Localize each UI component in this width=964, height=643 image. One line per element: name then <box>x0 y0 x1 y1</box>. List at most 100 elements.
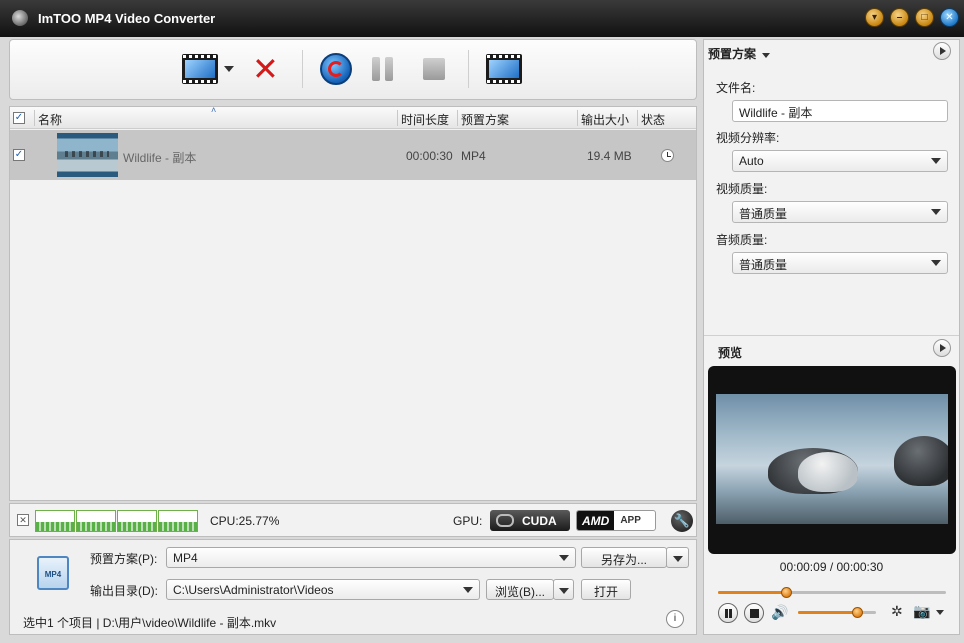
video-quality-label: 视频质量: <box>716 182 768 196</box>
app-logo-icon <box>12 10 28 26</box>
header-divider <box>397 110 398 126</box>
seek-fill <box>718 591 787 594</box>
menu-dropdown-button[interactable]: ▾ <box>865 8 884 27</box>
toolbar: ✕ <box>9 39 697 100</box>
filename-input[interactable]: Wildlife - 副本 <box>732 100 948 122</box>
stop-icon <box>423 58 445 80</box>
nvidia-icon <box>496 514 514 527</box>
header-duration[interactable]: 时间长度 <box>401 111 449 128</box>
remove-button[interactable]: ✕ <box>252 52 279 86</box>
profile-panel-title: 预置方案 <box>708 47 757 61</box>
window-title: ImTOO MP4 Video Converter <box>38 11 216 26</box>
app-label: APP <box>620 515 641 526</box>
table-row[interactable]: ✓ Wildlife - 副本 00:00:30 MP4 19.4 MB <box>10 130 696 180</box>
header-status[interactable]: 状态 <box>641 111 665 128</box>
gpu-label: GPU: <box>453 514 483 528</box>
toolbar-divider <box>468 50 469 88</box>
file-list: ✓ 名称 ˄ 时间长度 预置方案 输出大小 状态 ✓ Wildlife - 副本… <box>9 105 697 501</box>
cpu-core-graph <box>76 510 116 532</box>
file-size: 19.4 MB <box>587 149 632 163</box>
preview-player <box>708 366 956 554</box>
add-video-icon <box>182 54 218 84</box>
cuda-label: CUDA <box>522 513 557 528</box>
expand-panel-icon[interactable] <box>933 42 951 60</box>
convert-icon <box>320 53 352 85</box>
cpu-usage: CPU:25.77% <box>210 514 280 528</box>
audio-quality-select[interactable]: 普通质量 <box>732 252 948 274</box>
file-name: Wildlife - 副本 <box>123 151 197 165</box>
row-checkbox[interactable]: ✓ <box>13 149 25 161</box>
clock-icon <box>661 149 674 162</box>
mp4-profile-icon: MP4 <box>37 556 69 590</box>
seek-handle[interactable] <box>781 587 793 598</box>
log-icon[interactable]: i <box>666 610 684 628</box>
list-header: ✓ 名称 ˄ 时间长度 预置方案 输出大小 状态 <box>10 105 696 129</box>
header-name[interactable]: 名称 <box>38 111 62 128</box>
maximize-button[interactable]: □ <box>915 8 934 27</box>
chevron-down-icon <box>672 556 683 562</box>
pause-button[interactable] <box>718 603 738 623</box>
preview-header: 预览 <box>704 335 959 365</box>
seal-shape <box>894 436 948 486</box>
chevron-down-icon <box>762 53 771 58</box>
header-divider <box>34 110 35 126</box>
open-button[interactable]: 打开 <box>581 579 631 600</box>
amd-app-button[interactable]: AMD APP <box>576 510 656 531</box>
header-profile[interactable]: 预置方案 <box>461 111 509 128</box>
cpu-core-graph <box>35 510 75 532</box>
header-output-size[interactable]: 输出大小 <box>581 111 629 128</box>
status-text: 选中1 个项目 | D:\用户\video\Wildlife - 副本.mkv <box>23 616 277 630</box>
collapse-cpu-checkbox[interactable]: ✕ <box>17 514 29 526</box>
chevron-down-icon <box>558 588 569 594</box>
video-thumbnail <box>57 133 118 177</box>
resolution-value: Auto <box>739 154 764 168</box>
add-video-button[interactable] <box>182 52 234 86</box>
volume-handle[interactable] <box>851 607 863 618</box>
pause-icon <box>372 57 393 81</box>
output-dir-select[interactable]: C:\Users\Administrator\Videos <box>166 579 480 600</box>
chevron-down-icon[interactable] <box>224 66 234 72</box>
file-duration: 00:00:30 <box>406 149 453 163</box>
select-all-checkbox[interactable]: ✓ <box>13 112 25 124</box>
camera-icon[interactable]: 📷 <box>913 603 930 620</box>
convert-button[interactable] <box>320 52 352 86</box>
profile-panel-header[interactable]: 预置方案 <box>704 40 959 64</box>
profile-value: MP4 <box>173 551 198 565</box>
chevron-down-icon[interactable] <box>936 610 944 615</box>
video-quality-select[interactable]: 普通质量 <box>732 201 948 223</box>
toolbar-divider <box>302 50 303 88</box>
export-button[interactable] <box>486 52 522 86</box>
output-settings: MP4 预置方案(P): MP4 另存为... 输出目录(D): C:\User… <box>9 539 697 635</box>
cpu-core-graph <box>117 510 157 532</box>
minimize-button[interactable]: – <box>890 8 909 27</box>
output-dir-label: 输出目录(D): <box>90 584 158 598</box>
profile-select[interactable]: MP4 <box>166 547 576 568</box>
browse-button[interactable]: 浏览(B)... <box>486 579 554 600</box>
header-divider <box>457 110 458 126</box>
audio-quality-value: 普通质量 <box>739 258 788 272</box>
amd-logo: AMD <box>577 511 615 530</box>
wrench-icon[interactable]: 🔧 <box>671 510 693 532</box>
close-button[interactable]: ✕ <box>940 8 959 27</box>
video-preview <box>716 394 948 524</box>
cpu-status-bar: ✕ CPU:25.77% GPU: CUDA AMD APP 🔧 <box>9 503 697 537</box>
audio-quality-label: 音频质量: <box>716 233 768 247</box>
browse-dropdown[interactable] <box>553 579 574 600</box>
save-as-dropdown[interactable] <box>666 547 689 568</box>
playback-time: 00:00:09 / 00:00:30 <box>779 560 884 574</box>
snapshot-effects-icon[interactable]: ✲ <box>891 603 903 620</box>
cuda-button[interactable]: CUDA <box>490 510 570 531</box>
pause-button[interactable] <box>372 52 393 86</box>
volume-slider[interactable] <box>798 607 876 618</box>
video-quality-value: 普通质量 <box>739 207 788 221</box>
volume-icon[interactable]: 🔊 <box>771 604 788 621</box>
profile-label: 预置方案(P): <box>90 552 158 566</box>
stop-button[interactable] <box>423 52 445 86</box>
stop-button[interactable] <box>744 603 764 623</box>
expand-preview-icon[interactable] <box>933 339 951 357</box>
seek-bar[interactable] <box>718 587 946 598</box>
resolution-select[interactable]: Auto <box>732 150 948 172</box>
volume-fill <box>798 611 857 614</box>
save-as-button[interactable]: 另存为... <box>581 547 667 568</box>
header-divider <box>577 110 578 126</box>
